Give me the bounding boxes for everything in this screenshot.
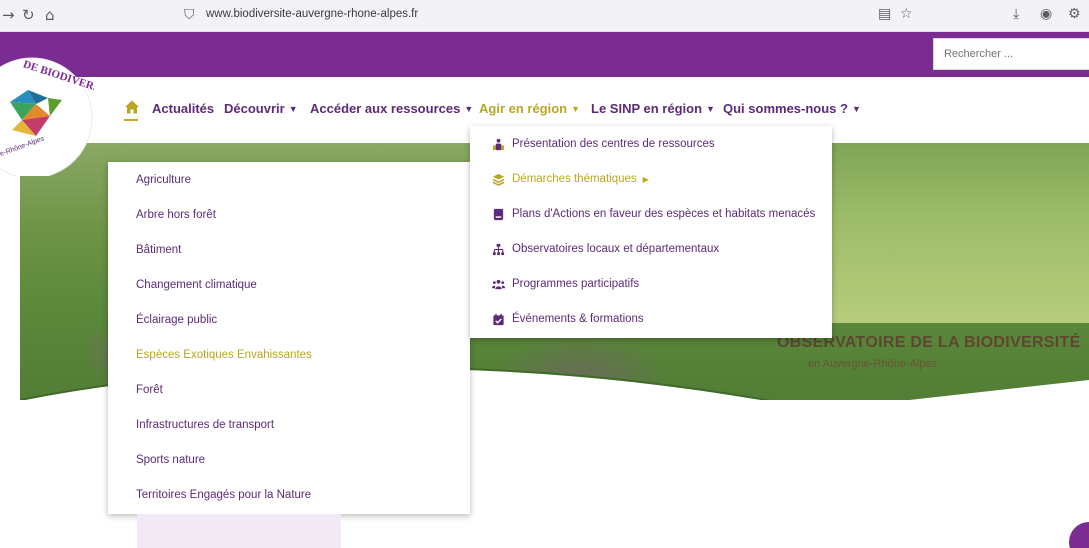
book-icon: [493, 208, 504, 220]
home-icon[interactable]: [124, 99, 140, 115]
chevron-down-icon: ▼: [706, 104, 715, 114]
layers-icon: [492, 173, 505, 186]
account-icon[interactable]: ◉: [1040, 6, 1052, 22]
star-icon[interactable]: ☆: [900, 6, 913, 22]
download-icon[interactable]: ⤓: [1013, 6, 1019, 22]
home-icon[interactable]: ⌂: [45, 6, 55, 24]
hero-subtitle: en Auvergne-Rhône-Alpes: [808, 358, 938, 370]
chevron-down-icon: ▼: [851, 104, 861, 114]
url-text[interactable]: www.biodiversite-auvergne-rhone-alpes.fr: [206, 8, 418, 20]
chevron-down-icon: ▼: [571, 104, 581, 114]
submenu-item-agriculture[interactable]: Agriculture: [136, 174, 191, 186]
submenu-item-especes-exotiques[interactable]: Espèces Exotiques Envahissantes: [136, 349, 312, 361]
menu-item-label: Programmes participatifs: [512, 278, 640, 290]
menu-item-demarches-thematiques[interactable]: Démarches thématiques ▶: [492, 171, 649, 187]
nav-item-agir-en-region[interactable]: Agir en région ▼: [479, 101, 580, 116]
nav-label: Accéder aux ressources: [310, 101, 461, 116]
nav-item-actualites[interactable]: Actualités: [152, 101, 214, 116]
site-logo[interactable]: DE BIODIVERSITÉ e-Rhône-Alpes: [0, 40, 94, 176]
dropdown-agir-en-region: Présentation des centres de ressources D…: [470, 126, 832, 338]
nav-label: Le SINP en région: [591, 101, 703, 116]
menu-item-evenements-formations[interactable]: Événements & formations: [492, 311, 644, 327]
shield-icon[interactable]: ⛉: [184, 7, 195, 23]
menu-item-programmes-participatifs[interactable]: Programmes participatifs: [492, 276, 639, 292]
submenu-demarches-thematiques: Agriculture Arbre hors forêt Bâtiment Ch…: [108, 162, 470, 514]
submenu-item-sports-nature[interactable]: Sports nature: [136, 454, 205, 466]
menu-item-label: Plans d'Actions en faveur des espèces et…: [512, 208, 816, 220]
sitemap-icon: [492, 243, 505, 255]
home-active-underline: [124, 119, 138, 121]
search-input[interactable]: [933, 38, 1089, 70]
reader-view-icon[interactable]: ▤: [878, 6, 891, 22]
nav-label: Agir en région: [479, 101, 568, 116]
nav-item-sinp[interactable]: Le SINP en région ▼: [591, 101, 715, 116]
chevron-down-icon: ▼: [288, 104, 298, 114]
extensions-icon[interactable]: ⚙: [1068, 6, 1081, 22]
menu-item-centres-ressources[interactable]: Présentation des centres de ressources: [492, 136, 715, 152]
menu-item-plans-actions[interactable]: Plans d'Actions en faveur des espèces et…: [492, 206, 815, 222]
submenu-item-changement-climatique[interactable]: Changement climatique: [136, 279, 257, 291]
nav-item-decouvrir[interactable]: Découvrir ▼: [224, 101, 298, 116]
nav-label: Découvrir: [224, 101, 285, 116]
url-bar[interactable]: ⛉ www.biodiversite-auvergne-rhone-alpes.…: [176, 3, 916, 28]
submenu-item-territoires-engages[interactable]: Territoires Engagés pour la Nature: [136, 489, 311, 501]
content-card: [137, 514, 341, 548]
nav-label: Qui sommes-nous ?: [723, 101, 848, 116]
nav-item-ressources[interactable]: Accéder aux ressources ▼: [310, 101, 473, 116]
hero-meadow: [820, 143, 1089, 323]
menu-item-label: Événements & formations: [512, 313, 644, 325]
menu-item-observatoires-locaux[interactable]: Observatoires locaux et départementaux: [492, 241, 719, 257]
menu-item-label: Démarches thématiques: [512, 173, 637, 185]
page-root: → ↻ ⌂ ⛉ www.biodiversite-auvergne-rhone-…: [0, 0, 1089, 548]
nav-item-qui-sommes-nous[interactable]: Qui sommes-nous ? ▼: [723, 101, 861, 116]
users-icon: [492, 279, 505, 289]
chevron-down-icon: ▼: [464, 104, 474, 114]
submenu-item-batiment[interactable]: Bâtiment: [136, 244, 181, 256]
menu-item-label: Présentation des centres de ressources: [512, 138, 715, 150]
submenu-item-arbre-hors-foret[interactable]: Arbre hors forêt: [136, 209, 216, 221]
submenu-item-infrastructures[interactable]: Infrastructures de transport: [136, 419, 274, 431]
people-icon: [492, 138, 505, 150]
calendar-check-icon: [493, 313, 504, 325]
chevron-right-icon: ▶: [642, 174, 649, 184]
nav-label: Actualités: [152, 101, 215, 116]
forward-arrow-icon[interactable]: →: [2, 6, 15, 24]
menu-item-label: Observatoires locaux et départementaux: [512, 243, 720, 255]
header-band: [0, 32, 1089, 77]
browser-toolbar: → ↻ ⌂ ⛉ www.biodiversite-auvergne-rhone-…: [0, 0, 1089, 32]
submenu-item-foret[interactable]: Forêt: [136, 384, 163, 396]
reload-icon[interactable]: ↻: [22, 6, 35, 24]
submenu-item-eclairage-public[interactable]: Éclairage public: [136, 314, 217, 326]
